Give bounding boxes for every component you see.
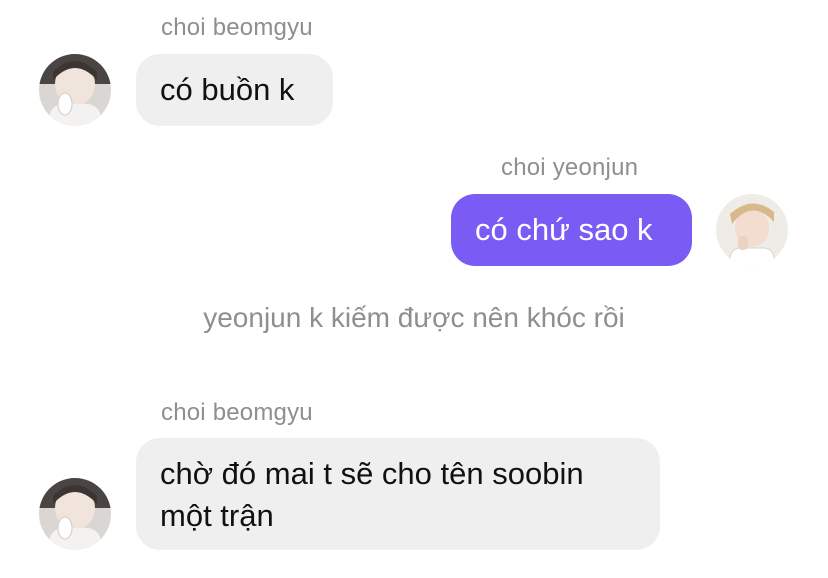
avatar-beomgyu-2[interactable] xyxy=(39,478,111,550)
beomgyu-avatar-icon xyxy=(39,478,111,550)
system-note: yeonjun k kiếm được nên khóc rồi xyxy=(203,302,625,333)
sender-name-1: choi beomgyu xyxy=(161,14,313,41)
message-text-1: có buồn k xyxy=(160,72,295,107)
avatar-beomgyu-1[interactable] xyxy=(39,54,111,126)
avatar-yeonjun[interactable] xyxy=(716,194,788,266)
message-bubble-1[interactable]: có buồn k xyxy=(136,54,333,126)
yeonjun-avatar-icon xyxy=(716,194,788,266)
sender-name-2: choi yeonjun xyxy=(501,154,639,181)
message-text-2: có chứ sao k xyxy=(475,212,653,247)
sender-name-3: choi beomgyu xyxy=(161,399,313,426)
message-bubble-3[interactable]: chờ đó mai t sẽ cho tên soobin một trận xyxy=(136,438,660,550)
message-text-3-line-2: một trận xyxy=(160,498,274,533)
beomgyu-avatar-icon xyxy=(39,54,111,126)
message-text-3-line-1: chờ đó mai t sẽ cho tên soobin xyxy=(160,456,584,491)
message-bubble-2[interactable]: có chứ sao k xyxy=(451,194,692,266)
